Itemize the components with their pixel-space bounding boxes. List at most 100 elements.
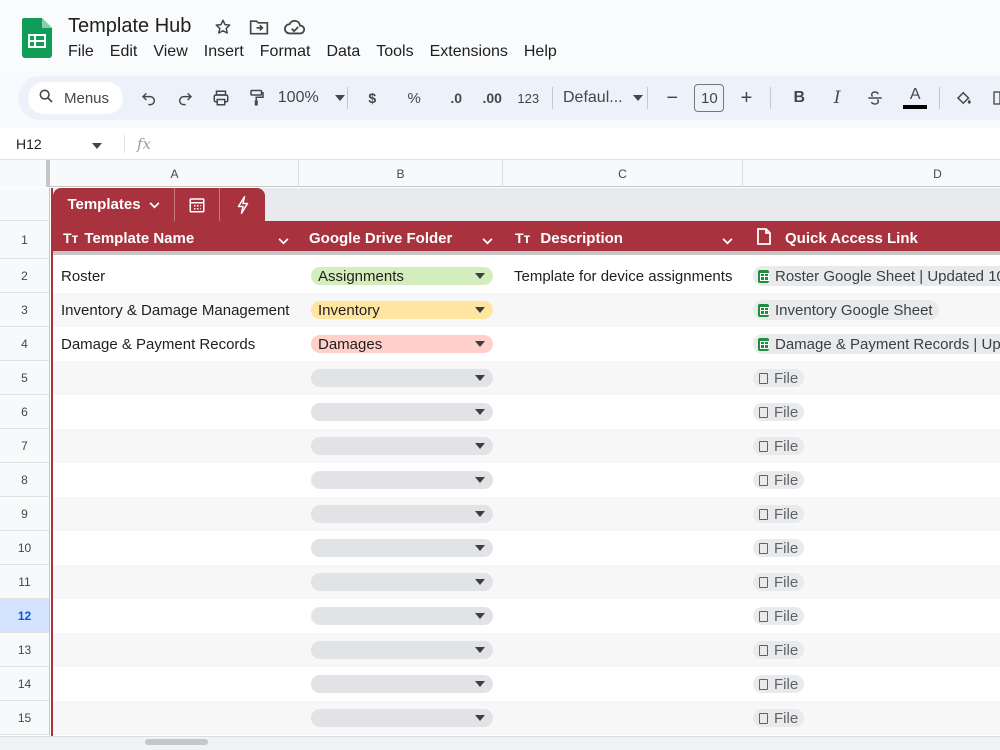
row-header[interactable]: 15 xyxy=(0,701,50,735)
row-header[interactable]: 7 xyxy=(0,429,50,463)
currency-format-button[interactable]: $ xyxy=(358,84,386,112)
file-chip[interactable]: File xyxy=(753,471,805,489)
row-header[interactable]: 6 xyxy=(0,395,50,429)
file-chip[interactable]: File xyxy=(753,573,805,591)
header-template-name[interactable]: Tт Template Name xyxy=(53,221,301,255)
menu-help[interactable]: Help xyxy=(524,43,565,61)
folder-dropdown[interactable]: Inventory xyxy=(311,301,493,319)
row-header[interactable]: 3 xyxy=(0,293,50,327)
header-google-drive-folder[interactable]: Google Drive Folder xyxy=(301,221,505,255)
menu-file[interactable]: File xyxy=(68,43,102,61)
font-size-input[interactable]: 10 xyxy=(694,84,725,112)
folder-dropdown-empty[interactable] xyxy=(311,369,493,387)
caret-down-icon xyxy=(475,613,485,619)
zoom-value: 100% xyxy=(277,89,319,106)
text-color-button[interactable]: A xyxy=(901,84,929,112)
row-header[interactable]: 5 xyxy=(0,361,50,395)
menus-search-button[interactable]: Menus xyxy=(28,82,124,114)
file-chip[interactable]: File xyxy=(753,403,805,421)
file-chip[interactable]: File xyxy=(753,437,805,455)
percent-format-button[interactable]: % xyxy=(400,84,428,112)
sheet-link-chip[interactable]: Damage & Payment Records | Upd xyxy=(753,334,1000,354)
template-name-cell[interactable]: Inventory & Damage Management xyxy=(61,293,297,327)
file-chip[interactable]: File xyxy=(753,641,805,659)
decrease-decimals-button[interactable]: .0 xyxy=(442,84,470,112)
row-header[interactable]: 2 xyxy=(0,259,50,293)
row-header[interactable]: 13 xyxy=(0,633,50,667)
move-folder-icon[interactable] xyxy=(248,16,270,38)
redo-icon[interactable] xyxy=(171,84,199,112)
zoom-select[interactable]: 100% xyxy=(278,84,345,112)
row-header[interactable]: 11 xyxy=(0,565,50,599)
column-header-a[interactable]: A xyxy=(51,160,299,187)
folder-dropdown-empty[interactable] xyxy=(311,573,493,591)
file-chip[interactable]: File xyxy=(753,539,805,557)
calendar-view-icon[interactable] xyxy=(175,188,220,221)
table-name-tab[interactable]: Templates xyxy=(53,188,175,221)
row-header-selected[interactable]: 12 xyxy=(0,599,50,633)
template-name-cell[interactable]: Roster xyxy=(61,259,297,293)
scrollbar-thumb[interactable] xyxy=(145,739,208,745)
folder-dropdown-empty[interactable] xyxy=(311,641,493,659)
strikethrough-icon[interactable] xyxy=(861,84,889,112)
menu-tools[interactable]: Tools xyxy=(376,43,421,61)
horizontal-scrollbar[interactable] xyxy=(0,736,1000,750)
lightning-icon[interactable] xyxy=(220,188,265,221)
undo-icon[interactable] xyxy=(135,84,163,112)
folder-dropdown-empty[interactable] xyxy=(311,471,493,489)
sheets-logo-icon[interactable] xyxy=(22,18,52,58)
increase-decimals-button[interactable]: .00 xyxy=(478,84,506,112)
row-header[interactable]: 10 xyxy=(0,531,50,565)
number-format-button[interactable]: 123 xyxy=(514,84,542,112)
folder-dropdown-empty[interactable] xyxy=(311,709,493,727)
folder-dropdown-empty[interactable] xyxy=(311,607,493,625)
file-chip[interactable]: File xyxy=(753,607,805,625)
file-chip[interactable]: File xyxy=(753,505,805,523)
document-title[interactable]: Template Hub xyxy=(68,15,191,38)
row-header[interactable]: 14 xyxy=(0,667,50,701)
print-icon[interactable] xyxy=(207,84,235,112)
menu-edit[interactable]: Edit xyxy=(110,43,146,61)
description-cell[interactable]: Template for device assignments xyxy=(514,259,746,293)
bold-button[interactable]: B xyxy=(785,84,813,112)
header-description[interactable]: Tт Description xyxy=(505,221,745,255)
menu-insert[interactable]: Insert xyxy=(204,43,252,61)
folder-dropdown[interactable]: Assignments xyxy=(311,267,493,285)
header-quick-access-link[interactable]: Quick Access Link xyxy=(745,221,1000,255)
folder-dropdown-empty[interactable] xyxy=(311,403,493,421)
borders-icon[interactable] xyxy=(986,84,1000,112)
row-header[interactable]: 8 xyxy=(0,463,50,497)
folder-dropdown-empty[interactable] xyxy=(311,505,493,523)
increase-font-size-button[interactable]: + xyxy=(732,84,760,112)
column-header-c[interactable]: C xyxy=(503,160,743,187)
file-chip[interactable]: File xyxy=(753,709,805,727)
folder-dropdown-empty[interactable] xyxy=(311,675,493,693)
file-chip-label: File xyxy=(774,709,799,727)
fill-color-icon[interactable] xyxy=(950,84,978,112)
italic-button[interactable]: I xyxy=(823,84,851,112)
name-box[interactable]: H12 xyxy=(0,136,110,152)
file-chip[interactable]: File xyxy=(753,675,805,693)
folder-dropdown[interactable]: Damages xyxy=(311,335,493,353)
menu-extensions[interactable]: Extensions xyxy=(430,43,516,61)
template-name-cell[interactable]: Damage & Payment Records xyxy=(61,327,297,361)
menu-data[interactable]: Data xyxy=(326,43,368,61)
file-chip[interactable]: File xyxy=(753,369,805,387)
cloud-saved-icon[interactable] xyxy=(284,16,306,38)
folder-dropdown-empty[interactable] xyxy=(311,437,493,455)
column-header-d[interactable]: D xyxy=(743,160,1000,187)
menu-view[interactable]: View xyxy=(153,43,195,61)
decrease-font-size-button[interactable]: − xyxy=(658,84,686,112)
sheet-link-chip[interactable]: Roster Google Sheet | Updated 10/ xyxy=(753,266,1000,286)
row-header[interactable]: 4 xyxy=(0,327,50,361)
sheet-link-chip[interactable]: Inventory Google Sheet xyxy=(753,300,939,320)
font-select[interactable]: Defaul... xyxy=(563,84,643,112)
star-icon[interactable] xyxy=(212,16,234,38)
menu-format[interactable]: Format xyxy=(260,43,319,61)
row-header[interactable]: 9 xyxy=(0,497,50,531)
row-header[interactable]: 1 xyxy=(0,221,50,259)
folder-dropdown-empty[interactable] xyxy=(311,539,493,557)
select-all-corner[interactable] xyxy=(0,160,50,187)
column-header-b[interactable]: B xyxy=(299,160,503,187)
paint-format-icon[interactable] xyxy=(243,84,271,112)
